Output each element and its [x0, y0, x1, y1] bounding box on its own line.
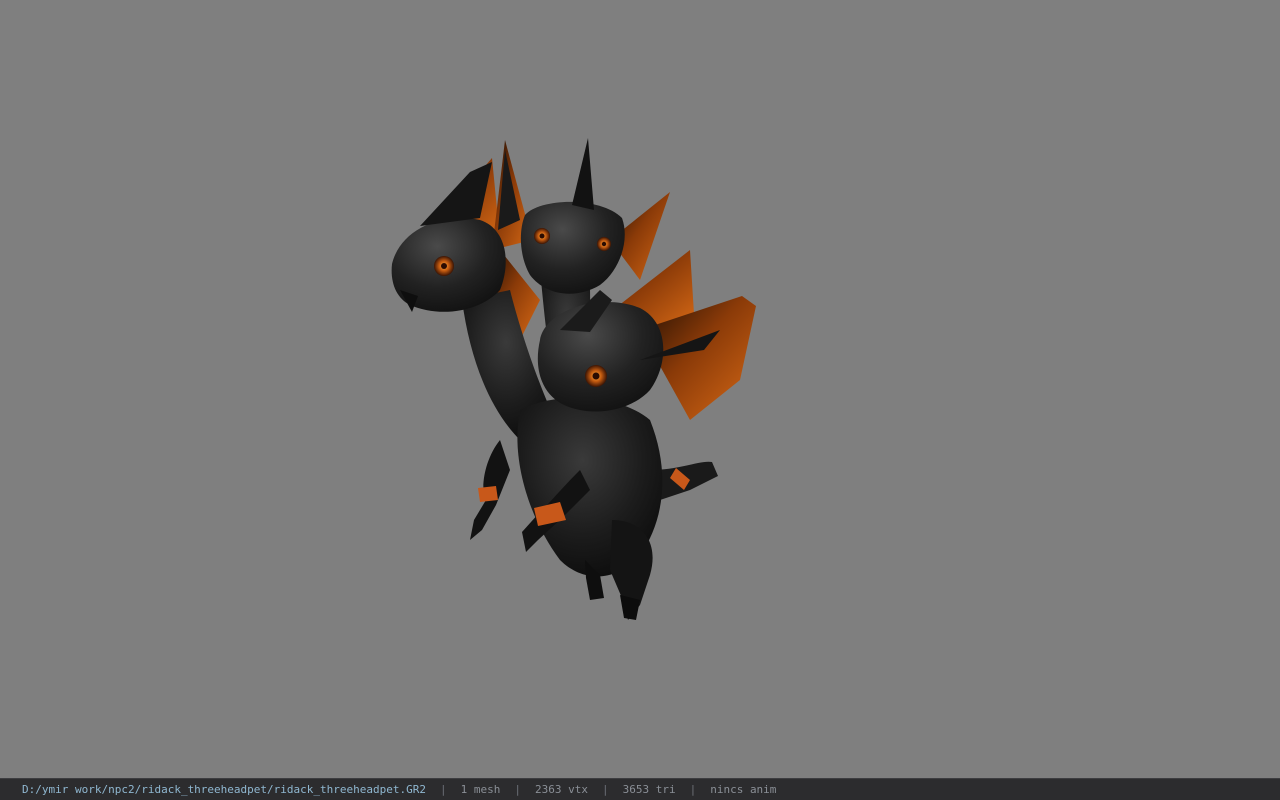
- 3d-viewport[interactable]: [0, 0, 1280, 778]
- mesh-count: 1 mesh: [460, 783, 501, 796]
- left-arm-band: [478, 486, 498, 502]
- status-bar: D:/ymir work/npc2/ridack_threeheadpet/ri…: [0, 778, 1280, 800]
- middle-head: [498, 138, 625, 294]
- vertex-count: 2363 vtx: [534, 783, 588, 796]
- file-path: D:/ymir work/npc2/ridack_threeheadpet/ri…: [22, 783, 426, 796]
- animation-status: nincs anim: [710, 783, 777, 796]
- three-headed-dragon-model[interactable]: [0, 0, 1280, 778]
- triangle-count: 3653 tri: [622, 783, 676, 796]
- separator: |: [689, 783, 697, 796]
- separator: |: [514, 783, 521, 796]
- separator: |: [439, 783, 447, 796]
- separator: |: [601, 783, 609, 796]
